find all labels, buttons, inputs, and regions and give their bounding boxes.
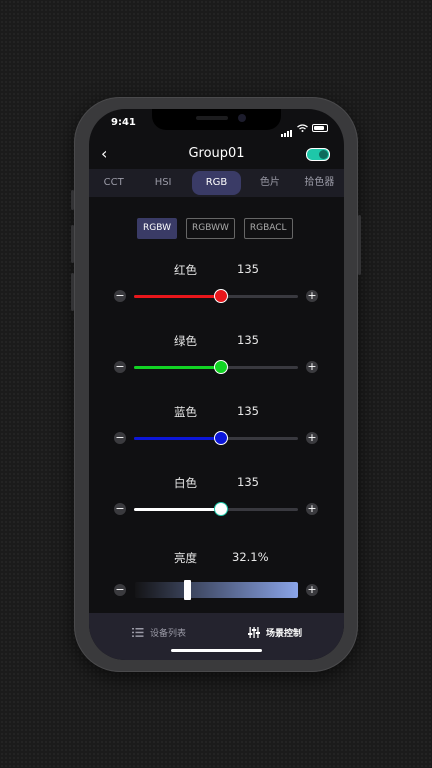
white-slider-knob[interactable]	[213, 502, 228, 516]
tab-hsi[interactable]: HSI	[138, 169, 187, 197]
bottom-nav: 设备列表 场景控制	[89, 613, 344, 660]
red-value: 135	[237, 262, 259, 276]
status-time: 9:41	[111, 117, 136, 128]
side-button-mute	[71, 190, 74, 210]
battery-icon	[312, 123, 328, 132]
red-slider-fill	[134, 295, 221, 298]
blue-slider[interactable]	[134, 431, 298, 445]
green-minus-button[interactable]: −	[114, 361, 126, 373]
tab-cct[interactable]: CCT	[89, 169, 138, 197]
red-minus-button[interactable]: −	[114, 290, 126, 302]
status-icons	[281, 118, 328, 137]
tab-rgb[interactable]: RGB	[191, 171, 242, 195]
white-slider-fill	[134, 508, 221, 511]
white-minus-button[interactable]: −	[114, 503, 126, 515]
rgb-mode-selector: RGBW RGBWW RGBACL	[137, 218, 293, 239]
green-value: 135	[237, 333, 259, 347]
mode-rgbw-button[interactable]: RGBW	[137, 218, 177, 239]
list-icon	[132, 628, 144, 637]
white-slider[interactable]	[134, 502, 298, 516]
brightness-slider-handle[interactable]	[184, 580, 192, 600]
notch	[152, 109, 281, 130]
blue-slider-fill	[134, 437, 221, 440]
signal-icon	[281, 118, 293, 137]
side-button-vol-down	[71, 273, 74, 311]
white-plus-button[interactable]: +	[306, 503, 318, 515]
green-plus-button[interactable]: +	[306, 361, 318, 373]
red-plus-button[interactable]: +	[306, 290, 318, 302]
red-label: 红色	[174, 263, 197, 277]
scene-control-tab[interactable]: 场景控制	[248, 626, 302, 639]
brightness-value: 32.1%	[232, 550, 269, 564]
blue-minus-button[interactable]: −	[114, 432, 126, 444]
brightness-label: 亮度	[174, 551, 197, 565]
brightness-slider[interactable]	[135, 580, 298, 600]
nav-bar: ‹ Group01	[89, 139, 344, 169]
blue-value: 135	[237, 404, 259, 418]
blue-label: 蓝色	[174, 405, 197, 419]
app-screen: 9:41 ‹ Group01 CCT HSI RGB 色片 拾色器 RGBW R…	[89, 109, 344, 660]
wifi-icon	[297, 123, 308, 132]
white-value: 135	[237, 475, 259, 489]
mode-rgbacl-button[interactable]: RGBACL	[243, 218, 293, 239]
tab-gel[interactable]: 色片	[245, 169, 294, 197]
red-slider-knob[interactable]	[213, 289, 228, 303]
green-slider-fill	[134, 366, 221, 369]
brightness-plus-button[interactable]: +	[306, 584, 318, 596]
green-slider[interactable]	[134, 360, 298, 374]
green-slider-knob[interactable]	[213, 360, 228, 374]
scene-control-label: 场景控制	[266, 629, 303, 639]
mode-tabs: CCT HSI RGB 色片 拾色器	[89, 169, 344, 197]
device-list-label: 设备列表	[150, 629, 187, 639]
green-label: 绿色	[174, 334, 197, 348]
blue-slider-knob[interactable]	[213, 431, 228, 445]
mode-rgbww-button[interactable]: RGBWW	[185, 218, 235, 239]
blue-plus-button[interactable]: +	[306, 432, 318, 444]
device-list-tab[interactable]: 设备列表	[132, 626, 186, 639]
front-camera	[238, 114, 246, 122]
brightness-minus-button[interactable]: −	[114, 584, 126, 596]
power-toggle[interactable]	[306, 148, 330, 161]
red-slider[interactable]	[134, 289, 298, 303]
side-button-vol-up	[71, 225, 74, 263]
side-button-power	[358, 215, 361, 275]
white-label: 白色	[174, 476, 197, 490]
speaker-grille	[196, 116, 228, 120]
sliders-icon	[248, 627, 260, 638]
tab-color-picker[interactable]: 拾色器	[295, 169, 344, 197]
home-indicator[interactable]	[171, 649, 262, 652]
